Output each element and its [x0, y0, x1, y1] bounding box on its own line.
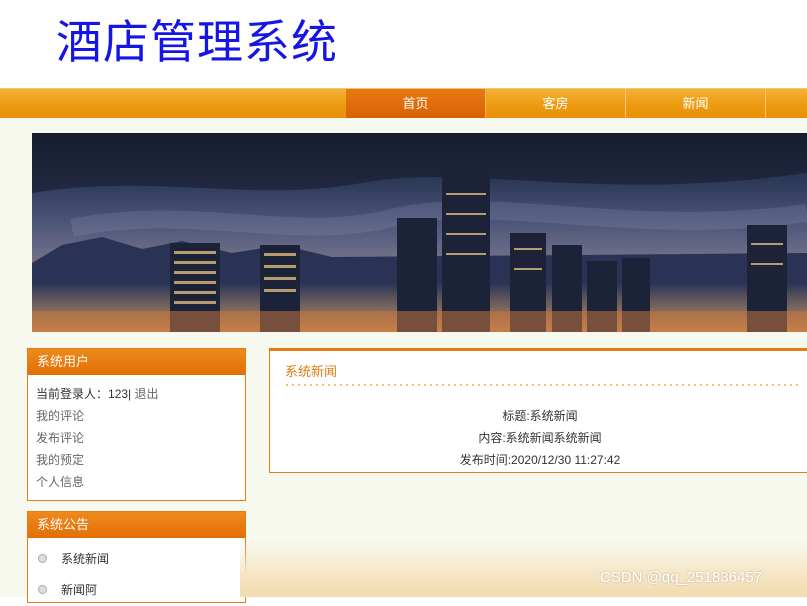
- news-section-title: 系统新闻: [285, 364, 338, 379]
- user-panel-title: 系统用户: [28, 349, 245, 375]
- notice-item-label: 新闻阿: [61, 583, 98, 597]
- login-status: 当前登录人：123| 退出: [28, 383, 245, 405]
- system-notice-panel: 系统公告 系统新闻 新闻阿: [27, 511, 246, 603]
- site-header: 酒店管理系统: [0, 0, 807, 88]
- dotted-divider: [284, 384, 802, 386]
- city-skyline-banner: [32, 133, 807, 332]
- notice-panel-title: 系统公告: [28, 512, 245, 538]
- personal-info-link[interactable]: 个人信息: [28, 471, 245, 493]
- login-username: 123: [108, 387, 129, 401]
- system-user-panel: 系统用户 当前登录人：123| 退出 我的评论 发布评论 我的预定 个人信息: [27, 348, 246, 501]
- skyline-illustration: [32, 133, 807, 332]
- watermark: CSDN @qq_251836457: [600, 569, 763, 586]
- site-title: 酒店管理系统: [56, 15, 338, 69]
- notice-item-label: 系统新闻: [61, 552, 110, 566]
- login-label: 当前登录人：: [36, 387, 109, 401]
- news-detail-panel: 系统新闻 标题:系统新闻 内容:系统新闻系统新闻 发布时间:2020/12/30…: [269, 348, 807, 473]
- logout-link[interactable]: 退出: [135, 387, 159, 401]
- news-content-line: 内容:系统新闻系统新闻: [478, 431, 602, 445]
- nav-item-news[interactable]: 新闻: [626, 89, 766, 119]
- bullet-icon: [38, 554, 47, 564]
- notice-item[interactable]: 系统新闻: [28, 544, 245, 575]
- nav-item-home[interactable]: 首页: [346, 89, 486, 119]
- my-reservations-link[interactable]: 我的预定: [28, 449, 245, 471]
- news-time-line: 发布时间:2020/12/30 11:27:42: [459, 453, 621, 467]
- notice-item[interactable]: 新闻阿: [28, 575, 245, 606]
- news-title-line: 标题:系统新闻: [502, 409, 578, 423]
- nav-item-rooms[interactable]: 客房: [486, 89, 626, 119]
- post-comment-link[interactable]: 发布评论: [28, 427, 245, 449]
- main-nav: 首页 客房 新闻: [0, 88, 807, 119]
- bullet-icon: [38, 585, 47, 595]
- login-separator: |: [128, 387, 132, 401]
- my-comments-link[interactable]: 我的评论: [28, 405, 245, 427]
